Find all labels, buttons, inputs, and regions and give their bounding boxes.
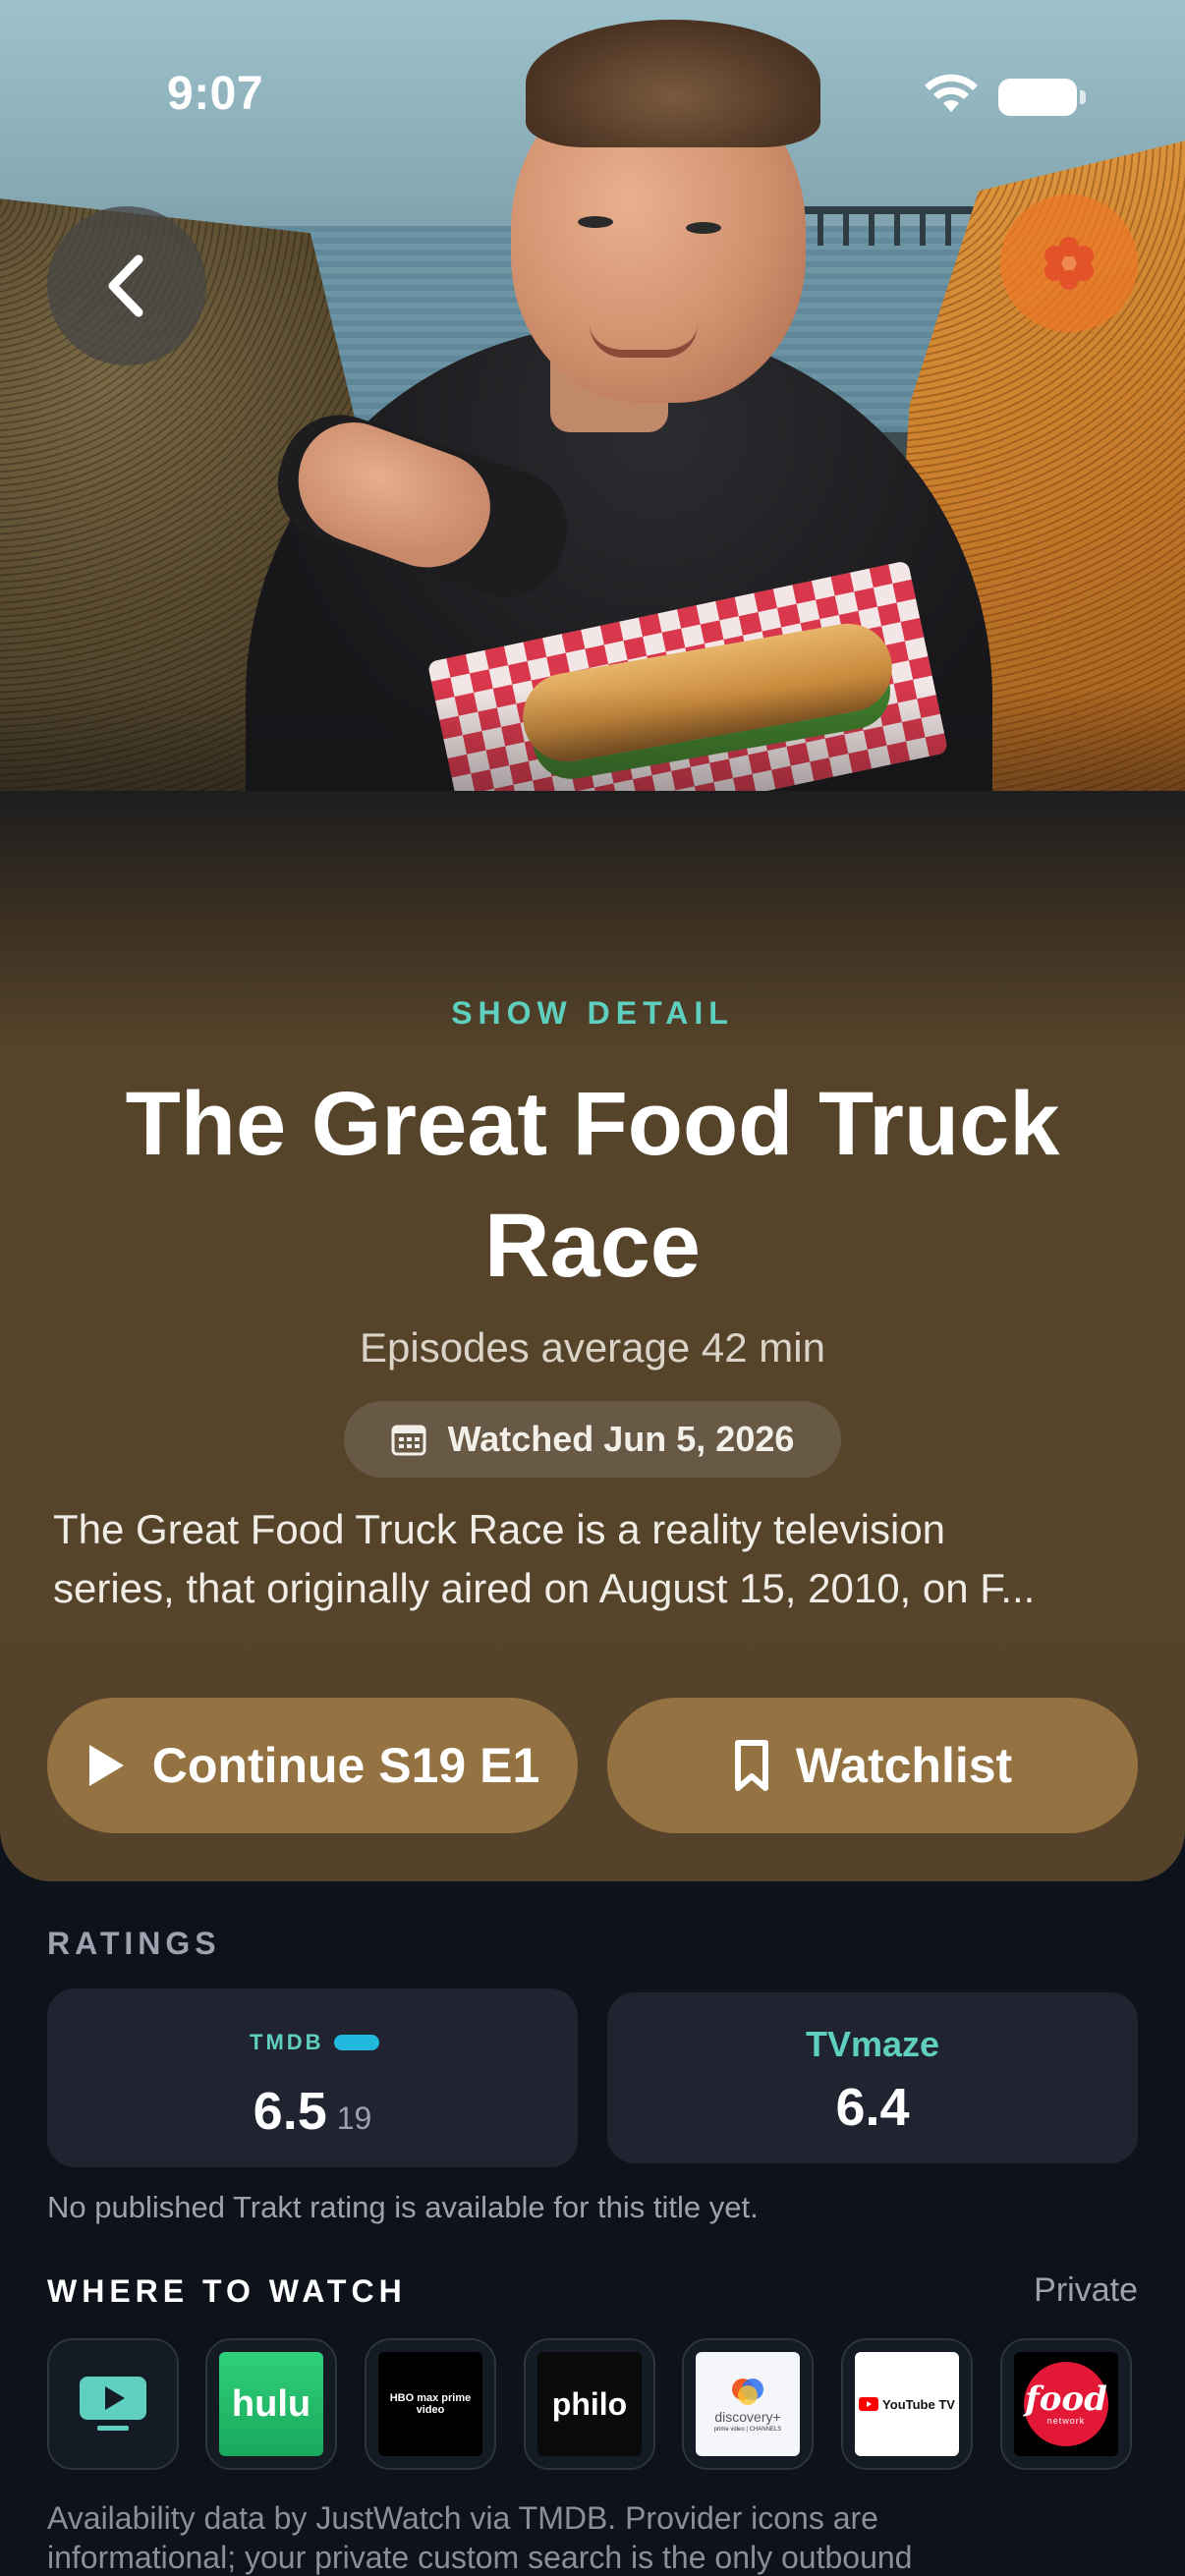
chevron-left-icon	[108, 254, 143, 317]
section-eyebrow: SHOW DETAIL	[451, 995, 734, 1031]
tmdb-logo-pill	[333, 2035, 379, 2050]
tvmaze-name: TVmaze	[805, 2024, 940, 2064]
hero-fade	[0, 688, 1185, 791]
provider-philo[interactable]: philo	[524, 2338, 655, 2470]
discovery-logo-icon	[732, 2379, 763, 2405]
provider-name: YouTube TV	[882, 2396, 955, 2412]
provider-sub: network	[1046, 2416, 1086, 2426]
watched-date-badge: Watched Jun 5, 2026	[344, 1401, 841, 1478]
watchlist-label: Watchlist	[795, 1738, 1013, 1793]
status-time: 9:07	[167, 68, 264, 120]
tvmaze-rating-value: 6.4	[835, 2078, 910, 2137]
footnote-line: informational; your private custom searc…	[47, 2540, 913, 2575]
tmdb-vote-count: 19	[336, 2100, 372, 2136]
watchlist-button[interactable]: Watchlist	[607, 1698, 1138, 1833]
provider-name: philo	[551, 2385, 628, 2422]
tmdb-rating-card[interactable]: TMDB 6.5 19	[47, 1988, 578, 2167]
theme-button[interactable]	[1000, 195, 1138, 332]
watched-date-text: Watched Jun 5, 2026	[447, 1419, 795, 1459]
availability-footnote: Availability data by JustWatch via TMDB.…	[47, 2498, 1138, 2576]
footnote-line: Availability data by JustWatch via TMDB.…	[47, 2500, 878, 2536]
provider-hbo-max[interactable]: HBO max prime video	[365, 2338, 496, 2470]
provider-sub: prime video | CHANNELS	[713, 2427, 782, 2433]
bookmark-icon	[734, 1740, 768, 1791]
privacy-label: Private	[1034, 2271, 1138, 2309]
tv-play-icon	[80, 2377, 146, 2431]
description-line: The Great Food Truck Race is a reality t…	[53, 1506, 946, 1552]
provider-food-network[interactable]: food network	[1000, 2338, 1132, 2470]
provider-youtube-tv[interactable]: YouTube TV	[841, 2338, 973, 2470]
show-title: The Great Food Truck Race	[125, 1074, 1060, 1296]
calendar-icon	[391, 1425, 426, 1456]
tmdb-rating-value: 6.5	[253, 2082, 327, 2141]
back-button[interactable]	[47, 206, 206, 365]
where-to-watch-heading: WHERE TO WATCH	[47, 2273, 407, 2309]
food-network-logo: food network	[1024, 2362, 1108, 2446]
continue-label: Continue S19 E1	[151, 1738, 540, 1793]
provider-name: hulu	[231, 2382, 311, 2425]
play-icon	[88, 1745, 124, 1786]
hero-host-smile	[590, 324, 698, 358]
tmdb-rating: 6.5 19	[47, 2081, 578, 2142]
episode-runtime: Episodes average 42 min	[360, 1324, 825, 1371]
hero-host-eye	[578, 216, 613, 228]
hero-host-hair	[526, 20, 820, 147]
battery-icon	[998, 79, 1086, 116]
provider-hulu[interactable]: hulu	[205, 2338, 337, 2470]
continue-button[interactable]: Continue S19 E1	[47, 1698, 578, 1833]
hero-host-eye	[686, 222, 721, 234]
provider-discovery-plus[interactable]: discovery+ prime video | CHANNELS	[682, 2338, 814, 2470]
wifi-icon	[925, 74, 978, 112]
ratings-heading: RATINGS	[47, 1926, 221, 1961]
provider-name: discovery+	[714, 2409, 781, 2425]
show-description[interactable]: The Great Food Truck Race is a reality t…	[53, 1500, 1144, 1618]
flower-icon	[1044, 237, 1094, 290]
trakt-rating-note: No published Trakt rating is available f…	[47, 2190, 759, 2224]
tvmaze-rating-card[interactable]: TVmaze 6.4	[607, 1992, 1138, 2163]
provider-live-tv[interactable]	[47, 2338, 179, 2470]
description-line: series, that originally aired on August …	[53, 1565, 1036, 1611]
tmdb-logo-text: TMDB	[250, 2030, 324, 2054]
tmdb-logo: TMDB	[250, 2030, 379, 2055]
youtube-icon	[859, 2397, 879, 2411]
provider-name: food	[1025, 2380, 1107, 2419]
provider-name: HBO max prime video	[389, 2392, 472, 2416]
